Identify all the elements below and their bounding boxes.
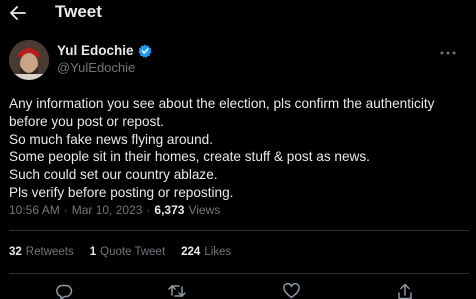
- display-name[interactable]: Yul Edochie: [57, 43, 134, 58]
- tweet-line: Pls verify before posting or reposting.: [9, 184, 234, 200]
- likes-label: Likes: [204, 246, 232, 258]
- quotes-stat[interactable]: 1 Quote Tweet: [90, 246, 165, 258]
- tweet-line: Some people sit in their homes, create s…: [9, 149, 370, 165]
- views-label: Views: [188, 203, 221, 217]
- user-handle[interactable]: @YulEdochie: [57, 60, 135, 75]
- likes-stat[interactable]: 224 Likes: [181, 246, 231, 258]
- verified-badge-icon: [138, 44, 152, 58]
- back-button[interactable]: [8, 3, 28, 23]
- reply-icon: [55, 284, 72, 299]
- divider: [9, 273, 469, 274]
- header-bar: Tweet: [0, 0, 476, 26]
- tweet-author: Yul Edochie @YulEdochie: [9, 40, 469, 84]
- quotes-label: Quote Tweet: [100, 246, 166, 258]
- like-icon: [282, 283, 300, 299]
- meta-separator: ·: [63, 203, 68, 217]
- quotes-count: 1: [89, 246, 97, 258]
- divider: [9, 230, 469, 231]
- retweets-count: 32: [9, 246, 22, 258]
- retweet-button[interactable]: [167, 281, 187, 299]
- more-icon: [440, 51, 456, 55]
- name-row: Yul Edochie: [57, 43, 152, 58]
- reply-button[interactable]: [54, 281, 74, 299]
- tweet-line: before you post or repost.: [9, 113, 164, 129]
- retweets-label: Retweets: [25, 246, 74, 258]
- tweet-date[interactable]: Mar 10, 2023: [72, 203, 143, 217]
- more-button[interactable]: [437, 42, 459, 64]
- share-icon: [398, 283, 412, 299]
- back-arrow-icon: [10, 6, 26, 20]
- share-button[interactable]: [395, 281, 415, 299]
- tweet-meta: 10:56 AM · Mar 10, 2023 · 6,373 Views: [9, 203, 220, 217]
- meta-separator: ·: [146, 203, 151, 217]
- tweet-line: Any information you see about the electi…: [9, 96, 435, 111]
- tweet-time[interactable]: 10:56 AM: [9, 203, 60, 217]
- likes-count: 224: [181, 246, 201, 258]
- retweet-icon: [168, 285, 186, 297]
- page-title: Tweet: [55, 2, 102, 21]
- avatar-image: [9, 40, 49, 80]
- like-button[interactable]: [281, 281, 301, 299]
- tweet-line: Such could set our country ablaze.: [9, 167, 218, 183]
- views-count: 6,373: [154, 203, 185, 217]
- tweet-text: Any information you see about the electi…: [9, 95, 469, 202]
- tweet-line: So much fake news flying around.: [9, 131, 214, 147]
- retweets-stat[interactable]: 32 Retweets: [9, 246, 74, 258]
- action-bar: [0, 281, 476, 299]
- avatar[interactable]: [9, 40, 49, 80]
- engagement-stats: 32 Retweets 1 Quote Tweet 224 Likes: [9, 246, 247, 258]
